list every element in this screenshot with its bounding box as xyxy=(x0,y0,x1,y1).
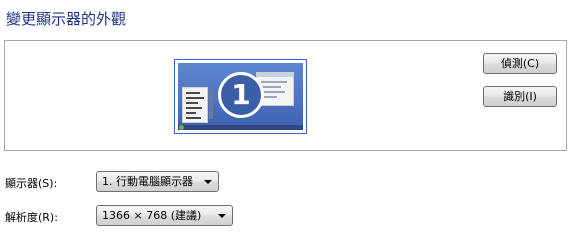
monitor-1-tile[interactable]: 1 xyxy=(174,59,307,134)
thumbnail-document-icon xyxy=(182,87,208,123)
resolution-select[interactable]: 1366 × 768 (建議) xyxy=(96,205,233,226)
detect-button[interactable]: 偵測(C) xyxy=(483,53,557,74)
chevron-down-icon xyxy=(218,214,226,218)
monitor-preview-area: 1 偵測(C) 識別(I) xyxy=(4,40,567,151)
page-title: 變更顯示器的外觀 xyxy=(6,10,127,28)
thumbnail-taskbar xyxy=(178,125,303,130)
identify-button[interactable]: 識別(I) xyxy=(483,86,557,107)
monitor-screen-thumbnail: 1 xyxy=(178,63,303,130)
chevron-down-icon xyxy=(204,180,212,184)
monitor-number-badge: 1 xyxy=(218,72,264,118)
display-settings-panel: 變更顯示器的外觀 1 偵測(C) 識別(I) 顯示器(S): 1. 行動電腦顯示… xyxy=(0,0,574,248)
resolution-label: 解析度(R): xyxy=(5,211,58,224)
thumbnail-scrollbar-icon xyxy=(209,89,213,119)
display-label: 顯示器(S): xyxy=(5,177,58,190)
start-orb-icon xyxy=(179,125,184,130)
display-select-value: 1. 行動電腦顯示器 xyxy=(102,175,193,188)
resolution-select-value: 1366 × 768 (建議) xyxy=(102,209,202,222)
display-select[interactable]: 1. 行動電腦顯示器 xyxy=(96,171,219,192)
